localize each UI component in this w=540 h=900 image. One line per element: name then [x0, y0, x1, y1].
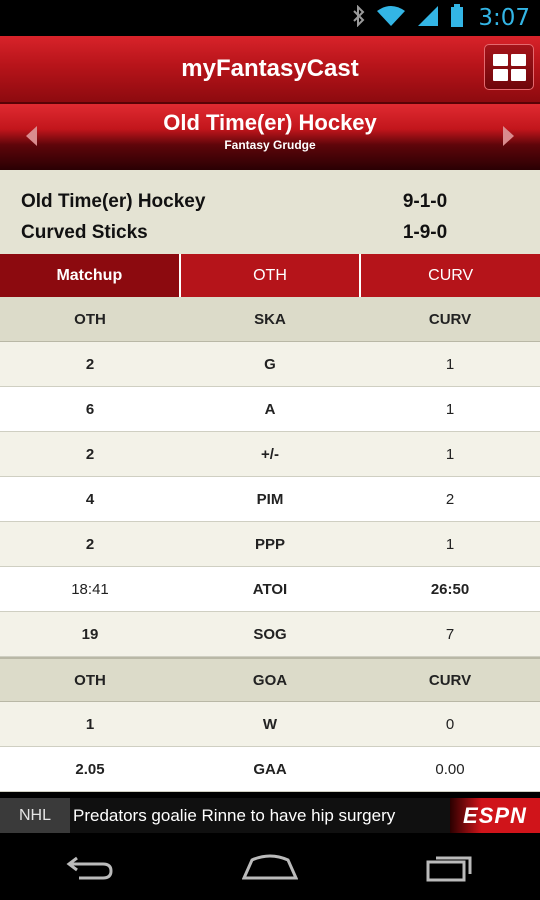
grid-icon: [492, 53, 526, 81]
battery-icon: [450, 3, 464, 33]
right-value: 1: [445, 355, 455, 373]
left-value: 6: [85, 400, 95, 418]
table-row: 19 SOG 7: [0, 612, 540, 657]
table-row: 18:41 ATOI 26:50: [0, 567, 540, 612]
header-cell: CURV: [428, 671, 472, 689]
back-icon: [66, 856, 113, 879]
left-value: 2: [85, 355, 95, 373]
goalie-header-row: OTH GOA CURV: [0, 657, 540, 702]
stat-label: +/-: [261, 445, 279, 463]
team-name: Old Time(er) Hockey: [21, 190, 206, 212]
stat-label: ATOI: [252, 580, 288, 598]
recent-apps-icon: [426, 856, 472, 881]
right-value: 7: [445, 625, 455, 643]
league-subtitle: Fantasy Grudge: [224, 138, 316, 152]
left-value: 19: [81, 625, 99, 643]
league-header: Old Time(er) Hockey Fantasy Grudge: [0, 104, 540, 170]
record-row: Curved Sticks 1-9-0: [0, 217, 540, 248]
league-name: Old Time(er) Hockey: [163, 110, 377, 135]
stat-label: PPP: [254, 535, 285, 553]
bluetooth-icon: [352, 4, 366, 32]
header-cell: CURV: [428, 310, 472, 328]
skater-header-row: OTH SKA CURV: [0, 297, 540, 342]
header-cell: SKA: [254, 310, 286, 328]
next-arrow-icon[interactable]: [503, 126, 514, 146]
table-row: 1 W 0: [0, 702, 540, 747]
table-row: 4 PIM 2: [0, 477, 540, 522]
stat-label: GAA: [253, 760, 287, 778]
left-value: 2: [85, 445, 95, 463]
stats-table: OTH SKA CURV 2 G 1 6 A 1 2 +/- 1 4 PIM 2…: [0, 297, 540, 792]
news-ticker[interactable]: NHL Predators goalie Rinne to have hip s…: [0, 798, 540, 833]
ticker-league: NHL: [0, 798, 70, 833]
table-row: 2 +/- 1: [0, 432, 540, 477]
header-cell: OTH: [74, 671, 106, 689]
ticker-headline[interactable]: Predators goalie Rinne to have hip surge…: [70, 806, 450, 826]
right-value: 0: [445, 715, 455, 733]
left-value: 18:41: [71, 580, 109, 598]
record-row: Old Time(er) Hockey 9-1-0: [0, 186, 540, 217]
table-row: 2 G 1: [0, 342, 540, 387]
stat-label: SOG: [253, 625, 287, 643]
right-value: 1: [445, 400, 455, 418]
team-record: 9-1-0: [402, 190, 448, 212]
team-record: 1-9-0: [402, 221, 448, 243]
right-value: 26:50: [430, 580, 470, 598]
menu-button[interactable]: [484, 44, 534, 90]
status-bar: 3:07: [0, 0, 540, 36]
stat-label: PIM: [256, 490, 284, 508]
team-name: Curved Sticks: [21, 221, 148, 243]
navigation-bar: [0, 833, 540, 900]
left-value: 2.05: [75, 760, 105, 778]
right-value: 1: [445, 535, 455, 553]
table-row: 6 A 1: [0, 387, 540, 432]
tab-oth[interactable]: OTH: [180, 254, 362, 297]
tab-curv[interactable]: CURV: [361, 254, 540, 297]
header-cell: GOA: [252, 671, 288, 689]
header-cell: OTH: [74, 310, 106, 328]
recent-apps-button[interactable]: [420, 847, 480, 887]
table-row: 2 PPP 1: [0, 522, 540, 567]
signal-icon: [416, 5, 440, 32]
espn-logo: ESPN: [450, 798, 540, 833]
right-value: 1: [445, 445, 455, 463]
home-button[interactable]: [240, 847, 300, 887]
right-value: 0.00: [435, 760, 465, 778]
stat-label: W: [262, 715, 278, 733]
app-title: myFantasyCast: [181, 55, 359, 82]
stat-label: G: [264, 355, 276, 373]
previous-arrow-icon[interactable]: [26, 126, 37, 146]
stat-label: A: [264, 400, 276, 418]
left-value: 4: [85, 490, 95, 508]
left-value: 2: [85, 535, 95, 553]
clock: 3:07: [478, 5, 530, 31]
left-value: 1: [85, 715, 95, 733]
app-title-bar: myFantasyCast: [0, 36, 540, 104]
right-value: 2: [445, 490, 455, 508]
home-icon: [242, 854, 298, 879]
back-button[interactable]: [60, 847, 120, 887]
team-records: Old Time(er) Hockey 9-1-0 Curved Sticks …: [0, 170, 540, 254]
wifi-icon: [376, 5, 406, 32]
tab-matchup[interactable]: Matchup: [0, 254, 181, 297]
tab-bar: Matchup OTH CURV: [0, 254, 540, 297]
table-row: 2.05 GAA 0.00: [0, 747, 540, 792]
